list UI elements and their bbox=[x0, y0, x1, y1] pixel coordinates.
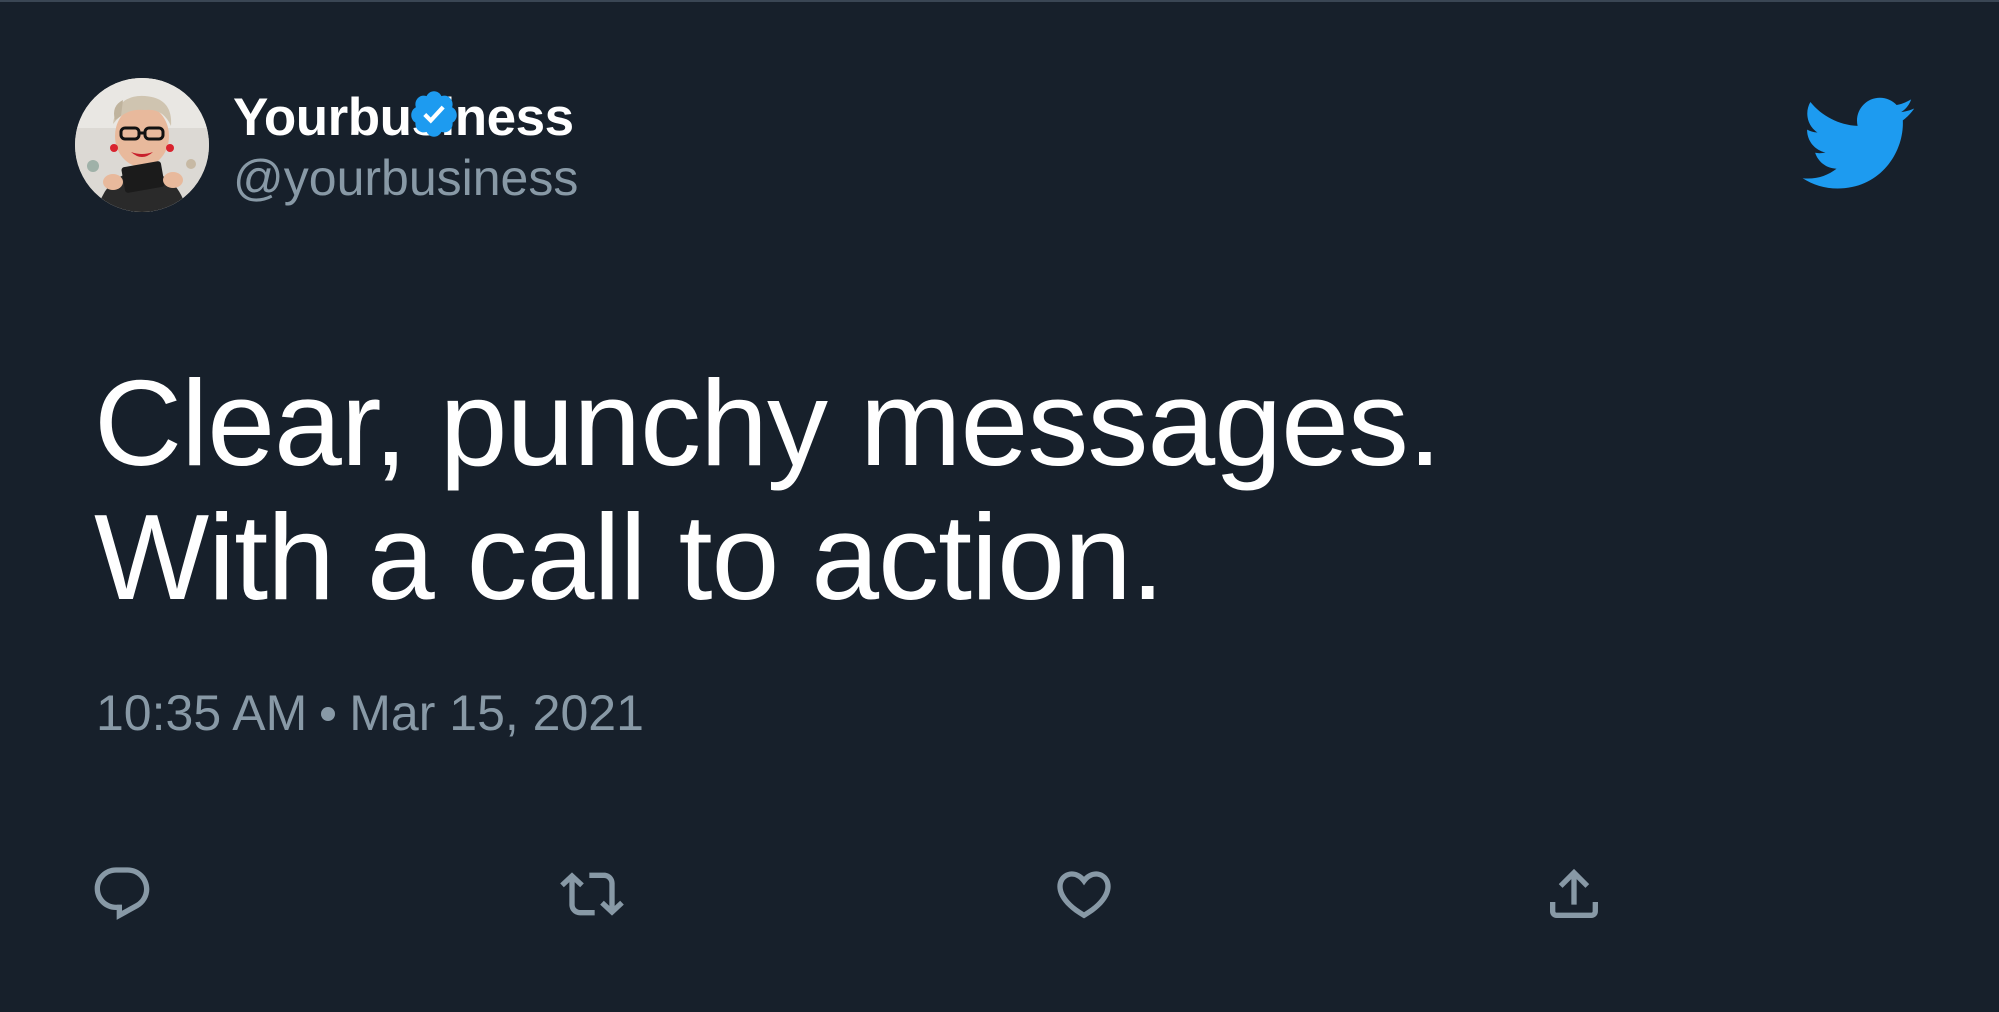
tweet-text-line: Clear, punchy messages. bbox=[94, 355, 1442, 491]
tweet-timestamp[interactable]: 10:35 AM Mar 15, 2021 bbox=[96, 682, 644, 744]
retweet-button[interactable] bbox=[560, 862, 624, 926]
user-handle[interactable]: @yourbusiness bbox=[233, 146, 578, 210]
tweet-text-line: With a call to action. bbox=[94, 489, 1165, 625]
avatar[interactable] bbox=[75, 78, 209, 212]
tweet-date: Mar 15, 2021 bbox=[349, 685, 644, 741]
verified-badge-icon bbox=[408, 88, 460, 140]
twitter-bird-icon bbox=[1798, 94, 1916, 190]
retweet-icon bbox=[560, 872, 624, 916]
reply-icon bbox=[94, 867, 150, 920]
heart-icon bbox=[1057, 871, 1111, 919]
display-name[interactable]: Yourbusiness bbox=[233, 84, 574, 152]
avatar-image bbox=[75, 78, 209, 212]
share-button[interactable] bbox=[1542, 862, 1606, 926]
tweet-text: Clear, punchy messages. With a call to a… bbox=[94, 355, 1442, 625]
top-border bbox=[0, 0, 1999, 2]
like-button[interactable] bbox=[1052, 862, 1116, 926]
reply-button[interactable] bbox=[90, 862, 154, 926]
separator-dot bbox=[321, 706, 336, 721]
tweet-time: 10:35 AM bbox=[96, 685, 308, 741]
share-icon bbox=[1550, 868, 1598, 918]
tweet-card: Yourbusiness @yourbusiness Clear, punchy… bbox=[0, 0, 1999, 1012]
